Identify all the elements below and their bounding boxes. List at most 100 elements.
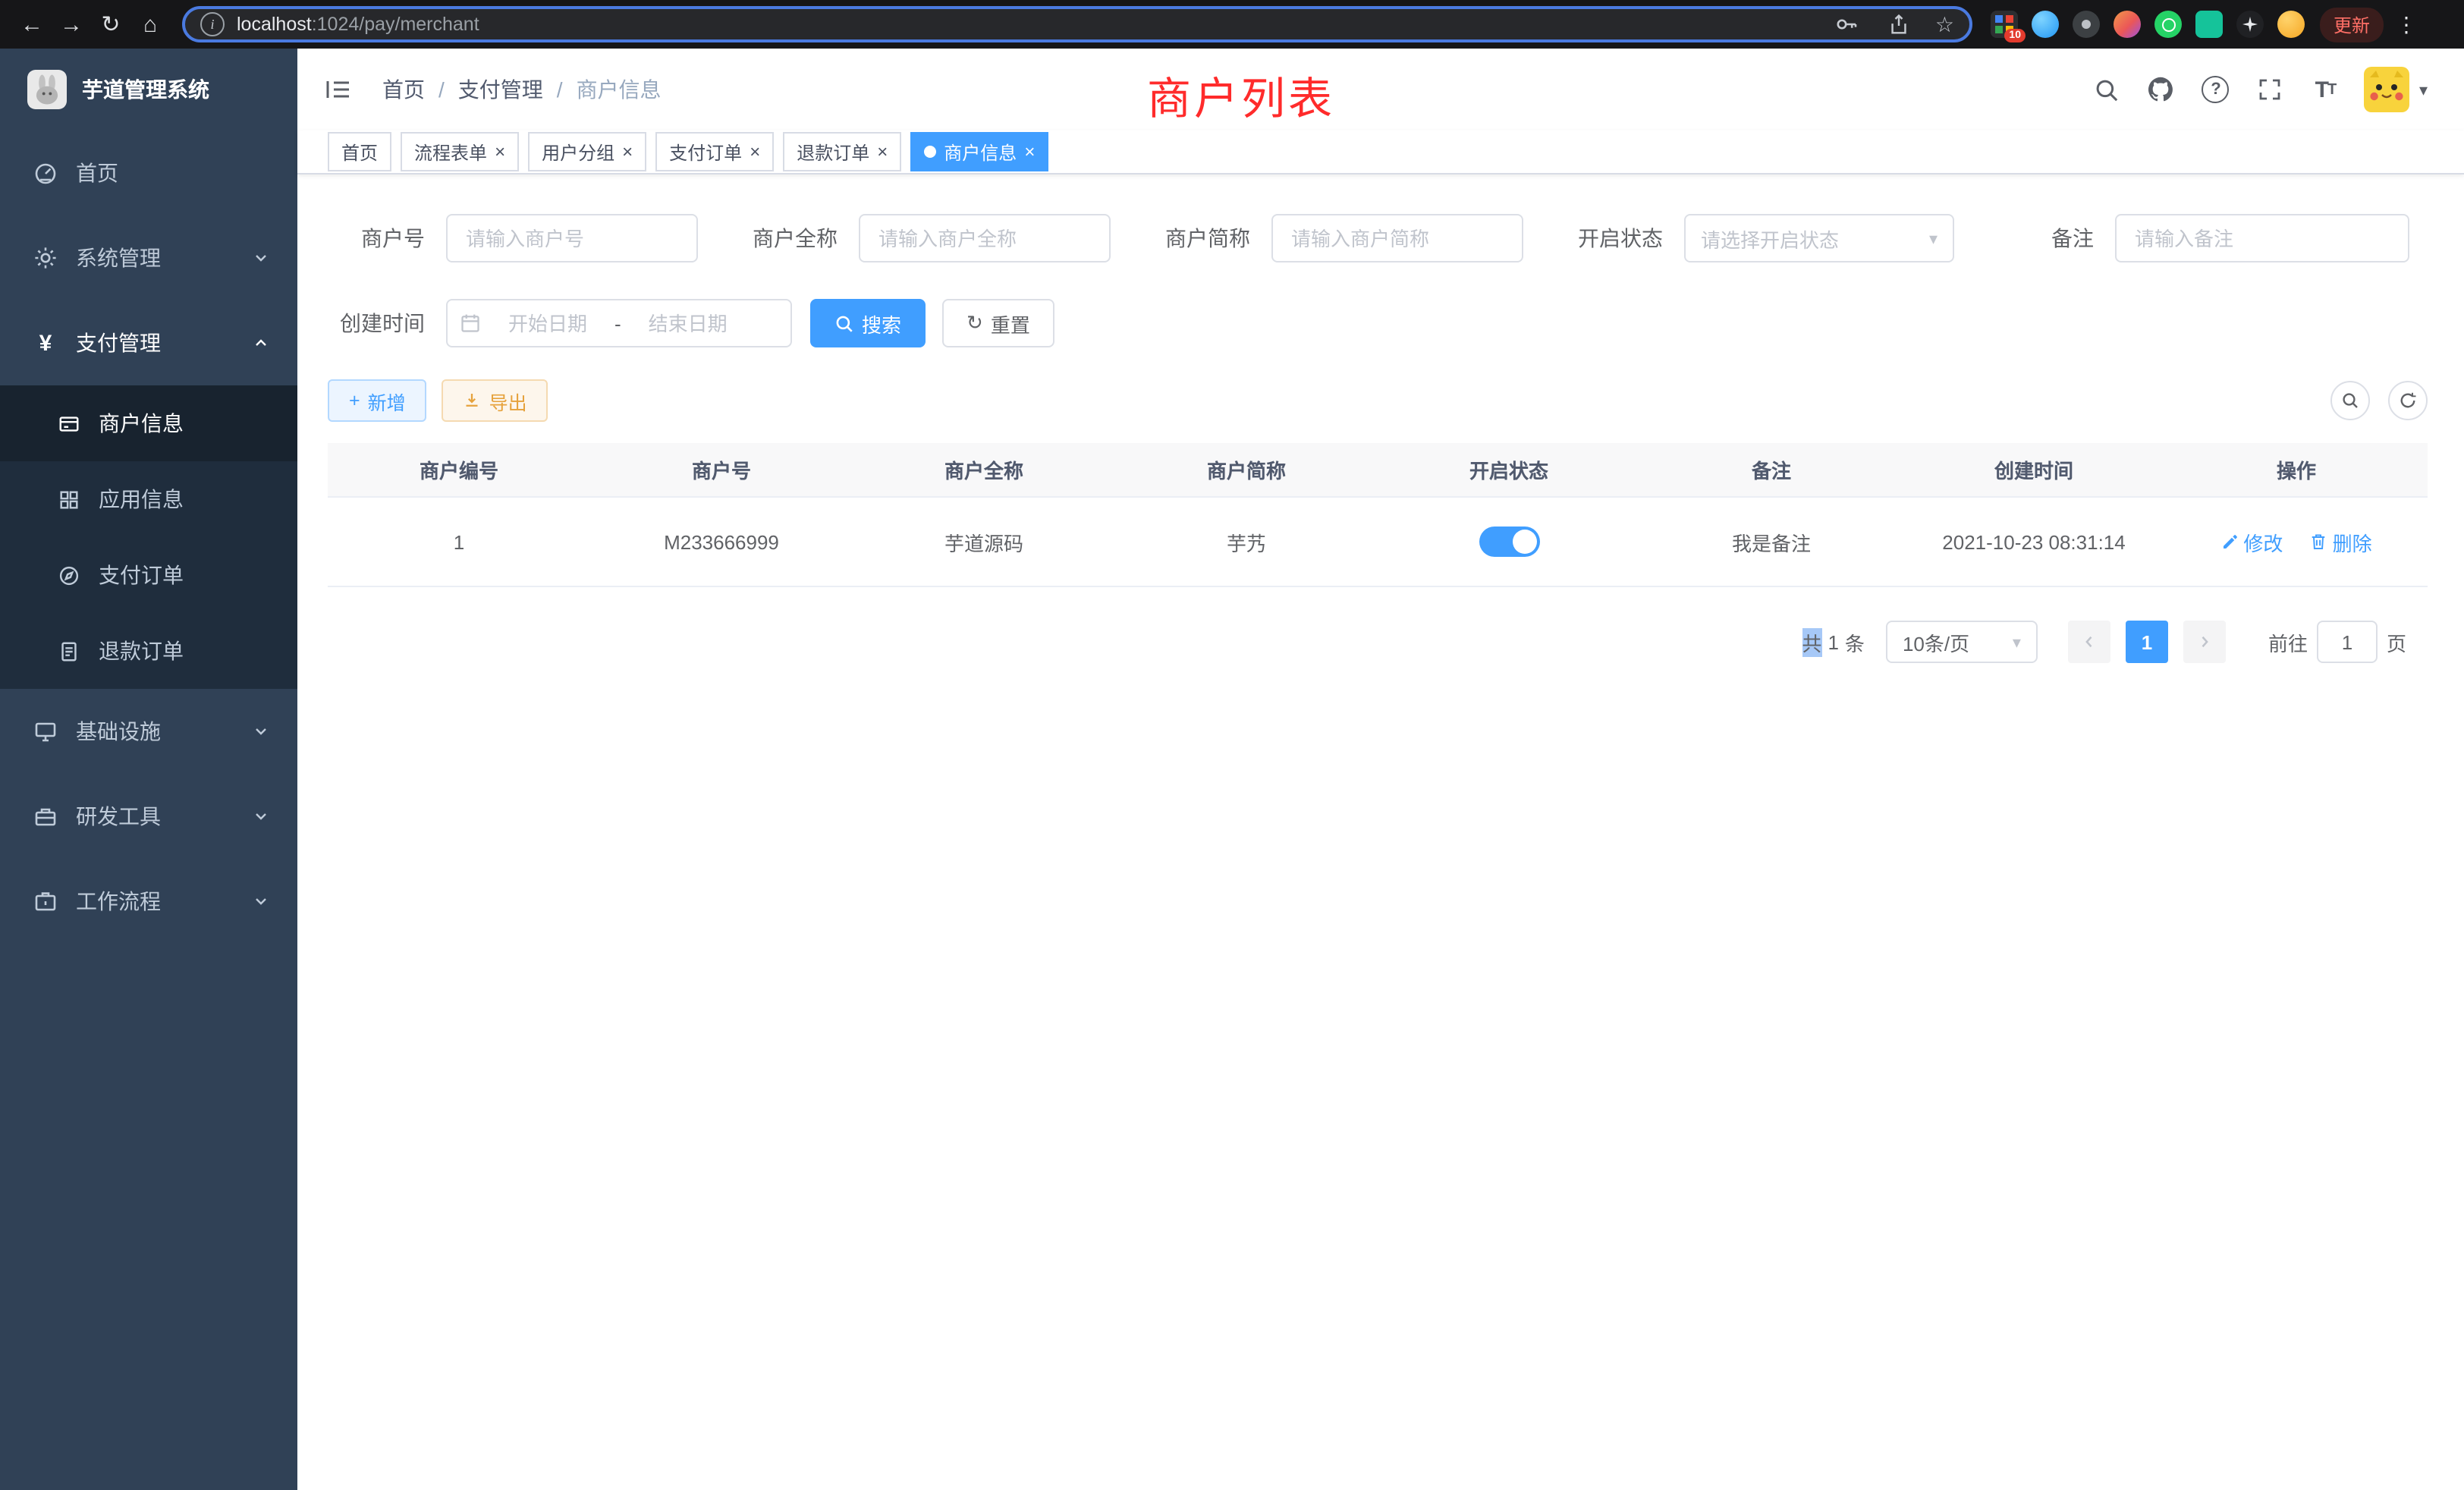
sidebar-item-workflow[interactable]: 工作流程 [0,859,297,944]
sidebar-item-devtools[interactable]: 研发工具 [0,774,297,859]
search-button[interactable]: 搜索 [810,299,926,347]
tab-pay-order[interactable]: 支付订单 × [655,132,774,171]
tab-refund-order[interactable]: 退款订单 × [783,132,901,171]
tab-home[interactable]: 首页 [328,132,391,171]
sidebar-item-system[interactable]: 系统管理 [0,215,297,300]
page-button-1[interactable]: 1 [2126,621,2168,663]
end-date-input[interactable] [627,310,749,336]
github-icon[interactable] [2146,74,2176,105]
browser-refresh-icon[interactable]: ↻ [91,5,130,44]
filter-create-time: 创建时间 - [319,299,792,347]
password-key-icon[interactable] [1832,9,1862,39]
search-icon[interactable] [2092,74,2122,105]
col-header: 操作 [2165,443,2428,497]
site-info-icon[interactable]: i [200,12,225,36]
page-annotation: 商户列表 [1147,64,1335,127]
pinwheel-extension-icon[interactable] [2236,11,2264,38]
reset-button[interactable]: ↻ 重置 [942,299,1054,347]
status-toggle[interactable] [1479,527,1539,557]
sidebar-item-infra[interactable]: 基础设施 [0,689,297,774]
toggle-search-icon[interactable] [2330,381,2370,420]
close-icon[interactable]: × [877,143,888,161]
merchant-name-input[interactable] [859,214,1111,262]
fullscreen-icon[interactable] [2255,74,2286,105]
help-icon[interactable]: ? [2201,74,2231,105]
breadcrumb-separator: / [438,77,445,102]
browser-back-icon[interactable]: ← [12,5,52,44]
sidebar-item-label: 商户信息 [99,408,184,439]
close-icon[interactable]: × [495,143,505,161]
sidebar-collapse-icon[interactable] [322,73,355,106]
close-icon[interactable]: × [1024,143,1035,161]
chevron-down-icon: ▾ [2419,80,2428,99]
browser-update-button[interactable]: 更新 [2320,7,2384,42]
browser-menu-icon[interactable]: ⋮ [2396,11,2417,37]
sidebar-item-merchant-info[interactable]: 商户信息 [0,385,297,461]
page-size-select[interactable]: 10条/页 ▾ [1886,621,2038,663]
refresh-table-icon[interactable] [2388,381,2428,420]
pagination: 共 1 条 10条/页 ▾ 1 前往 页 [319,621,2406,663]
prev-page-button[interactable] [2068,621,2110,663]
status-select[interactable]: 请选择开启状态 ▾ [1684,214,1954,262]
button-label: 导出 [489,386,527,415]
dark-extension-icon[interactable] [2073,11,2100,38]
font-size-icon[interactable]: TT [2310,74,2340,105]
field-label: 商户简称 [1144,223,1271,253]
field-label: 备注 [1988,223,2115,253]
tab-user-group[interactable]: 用户分组 × [528,132,646,171]
user-avatar[interactable]: ▾ [2365,67,2428,112]
drop-extension-icon[interactable] [2032,11,2059,38]
breadcrumb-payment[interactable]: 支付管理 [458,74,543,105]
sidebar-item-app-info[interactable]: 应用信息 [0,461,297,537]
filter-merchant-name: 商户全称 [731,214,1111,262]
compass-icon [58,564,80,586]
col-header: 商户号 [590,443,853,497]
date-range-picker[interactable]: - [446,299,792,347]
extensions-grid-icon[interactable]: 10 [1991,11,2018,38]
grid-icon [58,488,80,511]
tab-label: 用户分组 [542,139,614,165]
avatar-extension-icon[interactable] [2114,11,2141,38]
sidebar-item-pay-order[interactable]: 支付订单 [0,537,297,613]
sidebar-item-label: 系统管理 [76,243,161,273]
next-page-button[interactable] [2183,621,2226,663]
app-logo[interactable]: 芋道管理系统 [0,49,297,130]
green-square-extension-icon[interactable] [2195,11,2223,38]
address-bar[interactable]: i localhost:1024/pay/merchant ☆ [182,6,1972,42]
sidebar-item-home[interactable]: 首页 [0,130,297,215]
app-header: 首页 / 支付管理 / 商户信息 商户列表 ? TT [297,49,2464,130]
col-header: 商户简称 [1115,443,1378,497]
merchant-no-input[interactable] [446,214,698,262]
export-button[interactable]: 导出 [442,379,548,422]
browser-forward-icon[interactable]: → [52,5,91,44]
cell-full-name: 芋道源码 [853,497,1115,586]
bookmark-star-icon[interactable]: ☆ [1935,11,1954,37]
pagination-total: 共 1 条 [1802,627,1865,656]
close-icon[interactable]: × [750,143,760,161]
toolbox-icon [33,804,58,828]
table-toolbar: + 新增 导出 [319,379,2428,422]
add-button[interactable]: + 新增 [328,379,427,422]
toggle-knob [1512,530,1536,554]
date-separator: - [614,312,621,335]
start-date-input[interactable] [487,310,608,336]
goto-page-input[interactable] [2317,621,2378,663]
close-icon[interactable]: × [622,143,633,161]
merchant-short-name-input[interactable] [1271,214,1523,262]
edit-link[interactable]: 修改 [2220,527,2283,556]
table-header-row: 商户编号 商户号 商户全称 商户简称 开启状态 备注 创建时间 操作 [328,443,2428,497]
tab-process-form[interactable]: 流程表单 × [401,132,519,171]
sidebar-item-refund-order[interactable]: 退款订单 [0,613,297,689]
delete-link[interactable]: 删除 [2310,527,2372,556]
tab-merchant-info[interactable]: 商户信息 × [910,132,1048,171]
breadcrumb-home[interactable]: 首页 [382,74,425,105]
tab-label: 首页 [341,139,378,165]
orange-avatar-extension-icon[interactable] [2277,11,2305,38]
remark-input[interactable] [2115,214,2409,262]
green-circle-extension-icon[interactable] [2154,11,2182,38]
share-icon[interactable] [1884,9,1914,39]
sidebar-item-payment[interactable]: ¥ 支付管理 [0,300,297,385]
yen-icon: ¥ [33,330,58,356]
col-header: 商户全称 [853,443,1115,497]
browser-home-icon[interactable]: ⌂ [130,5,170,44]
